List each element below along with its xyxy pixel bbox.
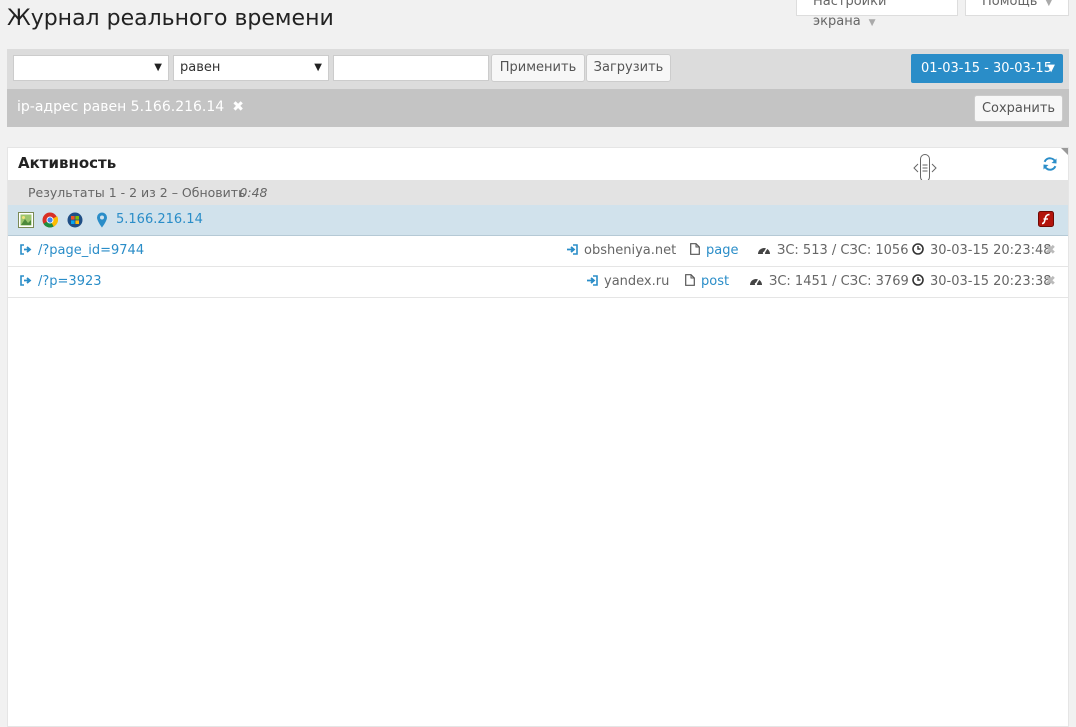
screen-resolution-icon	[18, 212, 34, 228]
hit-page-link[interactable]: /?page_id=9744	[20, 243, 144, 258]
filter-field-select[interactable]: ▼	[13, 55, 169, 81]
active-filter-bar: ip-адрес равен 5.166.216.14 ✖ Сохранить	[7, 89, 1069, 127]
dropdown-arrow-icon: ▼	[314, 62, 322, 73]
hit-page-link[interactable]: /?p=3923	[20, 274, 102, 289]
caret-down-icon: ▼	[1045, 0, 1053, 8]
results-text[interactable]: Результаты 1 - 2 из 2 – Обновить	[28, 185, 245, 200]
map-marker-icon	[97, 212, 107, 228]
help-button[interactable]: Помощь ▼	[965, 0, 1069, 16]
remove-filter-icon[interactable]: ✖	[232, 99, 244, 115]
remove-row-icon[interactable]: ✖	[1045, 274, 1056, 289]
content-type-link[interactable]: page	[706, 243, 738, 258]
caret-down-icon: ▼	[1047, 63, 1055, 74]
load-button[interactable]: Загрузить	[586, 54, 671, 82]
hit-row: /?p=3923 yandex.ru post ЗС: 1451 / СЗС: …	[8, 267, 1068, 298]
screen-options-button[interactable]: Настройки экрана ▼	[796, 0, 958, 29]
panel-title: Активность	[18, 154, 117, 172]
save-filter-button[interactable]: Сохранить	[974, 95, 1063, 122]
time-cell: 30-03-15 20:23:48	[912, 243, 1052, 258]
page-title: Журнал реального времени	[7, 6, 334, 31]
hit-page-url: /?p=3923	[38, 274, 102, 289]
hit-page-url: /?page_id=9744	[38, 243, 145, 258]
stats-cell: ЗС: 1451 / СЗС: 3769	[749, 274, 909, 289]
sign-in-icon	[567, 244, 578, 255]
caret-down-icon: ▼	[868, 18, 876, 28]
type-cell: page	[690, 243, 738, 258]
apply-button[interactable]: Применить	[491, 54, 585, 82]
active-filter-chip: ip-адрес равен 5.166.216.14 ✖	[17, 99, 244, 115]
file-icon	[685, 274, 695, 286]
sign-in-icon	[587, 275, 598, 286]
dashboard-icon	[758, 247, 770, 255]
sign-out-icon	[20, 244, 32, 255]
filter-operator-value: равен	[180, 60, 221, 75]
visitor-ip-link[interactable]: 5.166.216.14	[116, 212, 203, 227]
dashboard-icon	[750, 278, 762, 286]
sign-out-icon	[20, 275, 32, 286]
time-cell: 30-03-15 20:23:38	[912, 274, 1052, 289]
date-range-label: 01-03-15 - 30-03-15	[921, 61, 1052, 76]
file-icon	[690, 243, 700, 255]
query-stats: ЗС: 513 / СЗС: 1056	[777, 243, 909, 258]
referrer-cell: yandex.ru	[586, 274, 669, 289]
stats-cell: ЗС: 513 / СЗС: 1056	[757, 243, 908, 258]
date-range-button[interactable]: 01-03-15 - 30-03-15 ▼	[911, 54, 1063, 83]
referrer-text[interactable]: obsheniya.net	[584, 243, 676, 258]
refresh-icon[interactable]	[1042, 156, 1058, 176]
clock-icon	[912, 243, 924, 255]
type-cell: post	[685, 274, 729, 289]
active-filter-text: ip-адрес равен 5.166.216.14	[17, 99, 225, 115]
referrer-text[interactable]: yandex.ru	[604, 274, 669, 289]
dropdown-arrow-icon: ▼	[154, 62, 162, 73]
query-stats: ЗС: 1451 / СЗС: 3769	[769, 274, 909, 289]
visitor-row[interactable]: 5.166.216.14	[8, 205, 1068, 236]
filter-bar: ▼ равен ▼ Применить Загрузить 01-03-15 -…	[7, 49, 1069, 89]
hit-row: /?page_id=9744 obsheniya.net page ЗС: 51…	[8, 236, 1068, 267]
remove-row-icon[interactable]: ✖	[1045, 243, 1056, 258]
help-label: Помощь	[982, 0, 1038, 9]
activity-panel: Активность Результаты 1 - 2 из 2 – Обнов…	[7, 147, 1069, 727]
filter-value-input[interactable]	[333, 55, 489, 81]
results-bar: Результаты 1 - 2 из 2 – Обновить 0:48	[8, 180, 1068, 205]
content-type-link[interactable]: post	[701, 274, 729, 289]
hit-time: 30-03-15 20:23:48	[930, 243, 1052, 258]
hit-time: 30-03-15 20:23:38	[930, 274, 1052, 289]
filter-operator-select[interactable]: равен ▼	[173, 55, 329, 81]
chrome-browser-icon	[42, 212, 58, 228]
drag-handle-icon[interactable]	[911, 153, 937, 182]
flash-plugin-icon	[1038, 211, 1054, 227]
windows-os-icon	[67, 212, 83, 228]
clock-icon	[912, 274, 924, 286]
referrer-cell: obsheniya.net	[566, 243, 676, 258]
panel-corner	[1061, 148, 1068, 155]
